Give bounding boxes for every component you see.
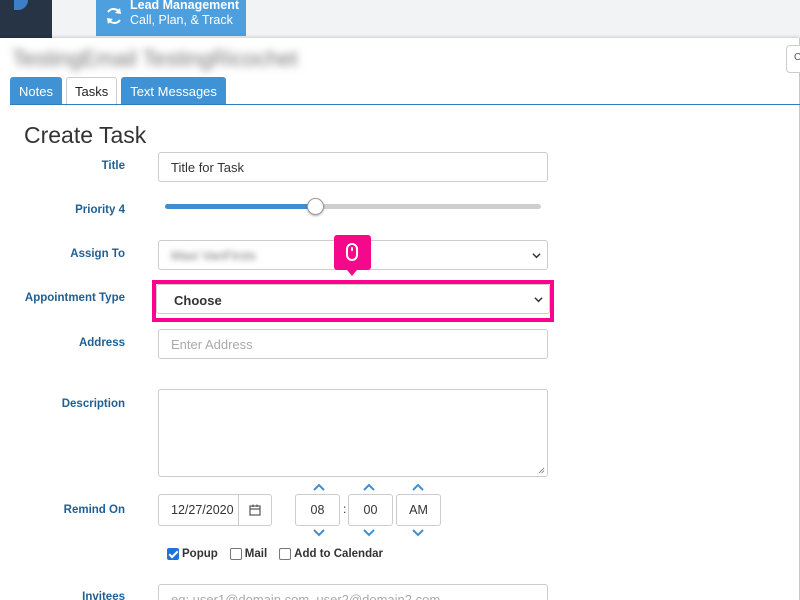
appointment-type-highlight xyxy=(152,280,554,322)
mouse-icon xyxy=(346,243,358,261)
invitees-placeholder: eg: user1@domain.com, user2@domain2.com xyxy=(171,592,441,600)
tab-text-messages[interactable]: Text Messages xyxy=(121,77,226,105)
hour-down-chevron-icon[interactable] xyxy=(312,529,326,537)
title-input-value: Title for Task xyxy=(171,160,244,175)
ampm-input[interactable]: AM xyxy=(396,494,441,526)
tab-notes[interactable]: Notes xyxy=(10,77,62,105)
calendar-icon xyxy=(249,504,261,516)
invitees-input[interactable]: eg: user1@domain.com, user2@domain2.com xyxy=(158,584,548,600)
remind-on-label: Remind On xyxy=(63,504,125,516)
ampm-value: AM xyxy=(409,503,428,517)
remind-options: Popup Mail Add to Calendar xyxy=(167,548,383,560)
hour-value: 08 xyxy=(310,503,325,517)
add-to-calendar-checkbox[interactable] xyxy=(279,548,292,560)
nav-back-block[interactable] xyxy=(0,0,52,38)
remind-date-input[interactable]: 12/27/2020 xyxy=(158,494,238,526)
sync-icon xyxy=(107,8,121,24)
back-icon xyxy=(14,0,28,10)
address-input[interactable]: Enter Address xyxy=(158,329,548,359)
ampm-up-chevron-icon[interactable] xyxy=(411,483,425,491)
task-modal: TestingEmail TestingRicochet C Notes Tas… xyxy=(0,38,800,600)
popup-label: Popup xyxy=(182,548,218,560)
top-right-button[interactable]: C xyxy=(786,45,800,73)
title-input[interactable]: Title for Task xyxy=(158,152,548,182)
description-textarea[interactable] xyxy=(158,389,548,477)
time-separator: : xyxy=(343,502,347,516)
tab-bar: Notes Tasks Text Messages xyxy=(10,77,226,106)
banner-subtitle: Call, Plan, & Track xyxy=(130,13,233,27)
resize-grip-icon[interactable] xyxy=(538,467,545,474)
banner-title: Lead Management xyxy=(130,0,240,12)
lead-management-banner[interactable]: Lead Management Call, Plan, & Track xyxy=(96,0,246,36)
tab-tasks[interactable]: Tasks xyxy=(65,77,118,106)
ampm-down-chevron-icon[interactable] xyxy=(411,529,425,537)
app-top-bar: Lead Management Call, Plan, & Track xyxy=(0,0,800,38)
mail-checkbox[interactable] xyxy=(229,548,242,560)
priority-slider[interactable] xyxy=(165,198,541,215)
hour-input[interactable]: 08 xyxy=(295,494,340,526)
address-label: Address xyxy=(78,337,125,349)
minute-up-chevron-icon[interactable] xyxy=(362,483,376,491)
add-to-calendar-label: Add to Calendar xyxy=(294,548,383,560)
mail-option[interactable]: Mail xyxy=(229,548,268,560)
appointment-type-label: Appointment Type xyxy=(24,292,125,304)
popup-option[interactable]: Popup xyxy=(167,548,218,560)
address-placeholder: Enter Address xyxy=(171,337,253,352)
minute-down-chevron-icon[interactable] xyxy=(362,529,376,537)
form-heading: Create Task xyxy=(24,122,147,148)
popup-checkbox[interactable] xyxy=(167,548,179,560)
click-indicator xyxy=(334,235,371,276)
minute-input[interactable]: 00 xyxy=(348,494,393,526)
assign-to-label: Assign To xyxy=(70,248,125,260)
tab-divider xyxy=(10,104,800,105)
chevron-down-icon xyxy=(532,253,541,259)
assign-to-value: Maxi VanFirsts xyxy=(171,248,256,263)
description-label: Description xyxy=(61,398,125,410)
calendar-option[interactable]: Add to Calendar xyxy=(279,548,383,560)
calendar-button[interactable] xyxy=(238,494,272,526)
title-label: Title xyxy=(101,160,125,172)
contact-name: TestingEmail TestingRicochet xyxy=(12,46,298,71)
priority-slider-thumb[interactable] xyxy=(307,198,325,215)
invitees-label: Invitees xyxy=(82,591,125,600)
remind-date-value: 12/27/2020 xyxy=(171,503,234,517)
mail-label: Mail xyxy=(244,548,268,560)
priority-label: Priority 4 xyxy=(75,204,125,216)
minute-value: 00 xyxy=(363,503,378,517)
hour-up-chevron-icon[interactable] xyxy=(312,483,326,491)
priority-slider-fill xyxy=(165,204,316,209)
